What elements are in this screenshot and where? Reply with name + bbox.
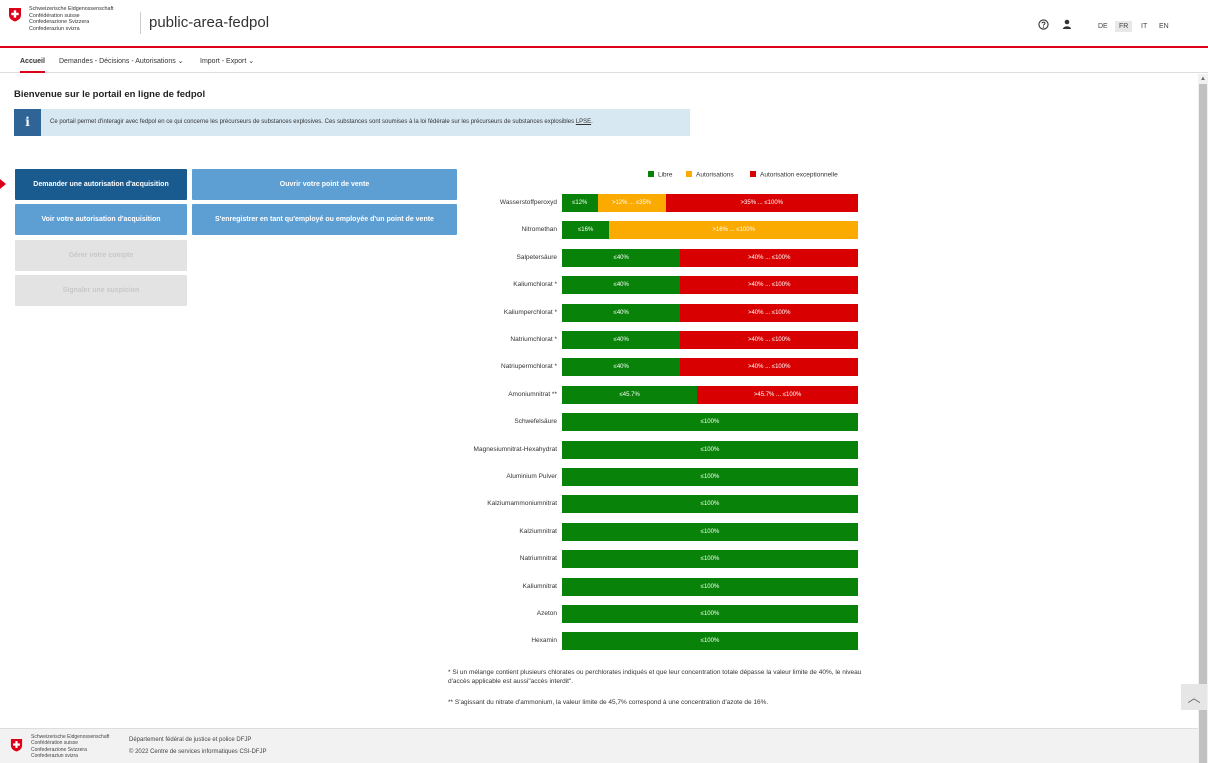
bar-segment-free: ≤12% — [562, 194, 598, 212]
substance-label: Kaliumchlorat * — [513, 281, 557, 289]
scroll-up-arrow-icon[interactable]: ▲ — [1200, 76, 1206, 82]
info-text: Ce portail permet d'interagir avec fedpo… — [50, 119, 593, 125]
bar-segment-free: ≤40% — [562, 248, 681, 267]
vertical-scrollbar[interactable]: ▲ — [1198, 74, 1208, 763]
scroll-to-top-button[interactable]: ︿ — [1181, 684, 1207, 710]
current-step-arrow-icon — [0, 179, 6, 189]
page-footer: Schweizerische Eidgenossenschaft Confédé… — [0, 728, 1198, 763]
bar-segment-authorisation: >12% ... ≤35% — [597, 194, 666, 212]
substance-label: Magnesiumnitrat-Hexahydrat — [473, 445, 557, 453]
bar-segment-authorisation: >16% ... ≤100% — [609, 221, 858, 240]
info-text-body: Ce portail permet d'interagir avec fedpo… — [50, 119, 576, 125]
substance-label: Wasserstoffperoxyd — [499, 199, 557, 206]
substance-label: Kalziumnitrat — [519, 527, 557, 535]
language-de[interactable]: DE — [1094, 21, 1112, 32]
app-title[interactable]: public-area-fedpol — [149, 14, 269, 31]
nav-home[interactable]: Accueil — [20, 50, 45, 73]
bar-segment-free: ≤100% — [562, 413, 858, 432]
bar-segment-free: ≤100% — [562, 522, 858, 541]
footer-copyright: © 2022 Centre de services informatiques … — [129, 749, 267, 755]
language-en[interactable]: EN — [1155, 21, 1173, 32]
substance-label: Natriumchlorat * — [510, 336, 557, 343]
bar-segment-exceptional: >40% ... ≤100% — [680, 276, 858, 295]
header-separator — [140, 12, 141, 34]
info-text-end: . — [591, 119, 593, 125]
request-acquisition-button[interactable]: Demander une autorisation d'acquisition — [15, 169, 187, 200]
scrollbar-thumb[interactable] — [1199, 84, 1207, 763]
substance-label: Aluminium Pulver — [506, 473, 557, 480]
bar-segment-exceptional: >40% ... ≤100% — [680, 331, 858, 349]
bar-segment-free: ≤40% — [562, 358, 681, 377]
bar-segment-free: ≤100% — [562, 440, 858, 459]
legend-free-label: Libre — [658, 171, 673, 179]
substance-label: Hexamin — [531, 637, 557, 645]
bar-segment-free: ≤40% — [562, 303, 681, 322]
swiss-shield-icon — [9, 8, 21, 22]
footnote-ammonium: ** S'agissant du nitrate d'ammonium, la … — [448, 699, 769, 706]
substance-label: Kaliumperchlorat * — [503, 308, 557, 316]
substance-label: Azeton — [536, 610, 557, 617]
bar-segment-free: ≤100% — [562, 468, 858, 486]
legend-swatch-authorisations — [686, 171, 692, 177]
view-acquisition-button[interactable]: Voir votre autorisation d'acquisition — [15, 204, 187, 235]
substance-label: Amoniumnitrat ** — [508, 390, 557, 398]
open-sale-point-button[interactable]: Ouvrir votre point de vente — [192, 169, 457, 200]
substance-label: Natriupermchlorat * — [501, 363, 557, 371]
legend-authorisations-label: Autorisations — [696, 171, 734, 179]
legend-swatch-free — [648, 171, 654, 177]
language-fr[interactable]: FR — [1115, 21, 1133, 32]
legend-free: Libre — [648, 171, 672, 179]
info-icon: i — [14, 109, 41, 136]
confederation-logo[interactable]: Schweizerische Eidgenossenschaft Confédé… — [8, 6, 138, 42]
bar-segment-free: ≤100% — [562, 577, 858, 596]
bar-segment-free: ≤40% — [562, 276, 681, 295]
substance-label: Kaliumnitrat — [522, 582, 557, 590]
footer-department: Département fédéral de justice et police… — [129, 737, 252, 743]
substance-label: Salpetersäure — [516, 253, 557, 261]
footer-logo-text: Schweizerische Eidgenossenschaft Confédé… — [31, 734, 110, 760]
bar-segment-free: ≤100% — [562, 495, 858, 514]
user-icon[interactable] — [1062, 19, 1072, 33]
main-content: Bienvenue sur le portail en ligne de fed… — [0, 74, 1198, 728]
main-nav: Accueil Demandes - Décisions - Autorisat… — [0, 50, 1208, 73]
bar-segment-free: ≤100% — [562, 605, 858, 623]
info-banner: i Ce portail permet d'interagir avec fed… — [14, 109, 690, 136]
bar-segment-free: ≤45.7% — [562, 385, 698, 404]
legend-authorisations: Autorisations — [686, 171, 734, 179]
legend-swatch-exceptional — [750, 171, 756, 177]
swiss-shield-icon — [10, 738, 23, 752]
bar-segment-free: ≤16% — [562, 221, 610, 240]
manage-account-button[interactable]: Gérer votre compte — [15, 240, 187, 271]
page-title: Bienvenue sur le portail en ligne de fed… — [14, 89, 206, 100]
substance-label: Schwefelsäure — [514, 418, 557, 426]
substance-label: Nitromethan — [521, 226, 557, 234]
nav-import-export-menu[interactable]: Import - Export ⌄ — [200, 50, 254, 73]
bar-segment-free: ≤100% — [562, 632, 858, 651]
bar-segment-free: ≤100% — [562, 550, 858, 569]
app-header: Schweizerische Eidgenossenschaft Confédé… — [0, 0, 1208, 48]
confederation-logo-text: Schweizerische Eidgenossenschaft Confédé… — [29, 6, 114, 32]
bar-segment-free: ≤40% — [562, 331, 681, 349]
legend-exceptional: Autorisation exceptionnelle — [750, 171, 838, 179]
bar-segment-exceptional: >40% ... ≤100% — [680, 358, 858, 377]
footnote-chlorates: * Si un mélange contient plusieurs chlor… — [448, 669, 862, 685]
report-suspicion-button[interactable]: Signaler une suspicion — [15, 275, 187, 306]
language-it[interactable]: IT — [1137, 21, 1151, 32]
bar-segment-exceptional: >40% ... ≤100% — [680, 248, 858, 267]
bar-segment-exceptional: >45.7% ... ≤100% — [697, 385, 858, 404]
help-circle-icon[interactable] — [1038, 19, 1049, 33]
chevron-up-icon: ︿ — [1187, 690, 1201, 705]
nav-requests-menu[interactable]: Demandes - Décisions - Autorisations ⌄ — [59, 50, 184, 73]
bar-segment-exceptional: >35% ... ≤100% — [665, 194, 858, 212]
substance-label: Kalziumammoniumnitrat — [487, 500, 557, 508]
legend-exceptional-label: Autorisation exceptionnelle — [760, 171, 838, 179]
substance-label: Natriumnitrat — [519, 555, 557, 563]
lpse-link[interactable]: LPSE — [576, 119, 591, 125]
bar-segment-exceptional: >40% ... ≤100% — [680, 303, 858, 322]
